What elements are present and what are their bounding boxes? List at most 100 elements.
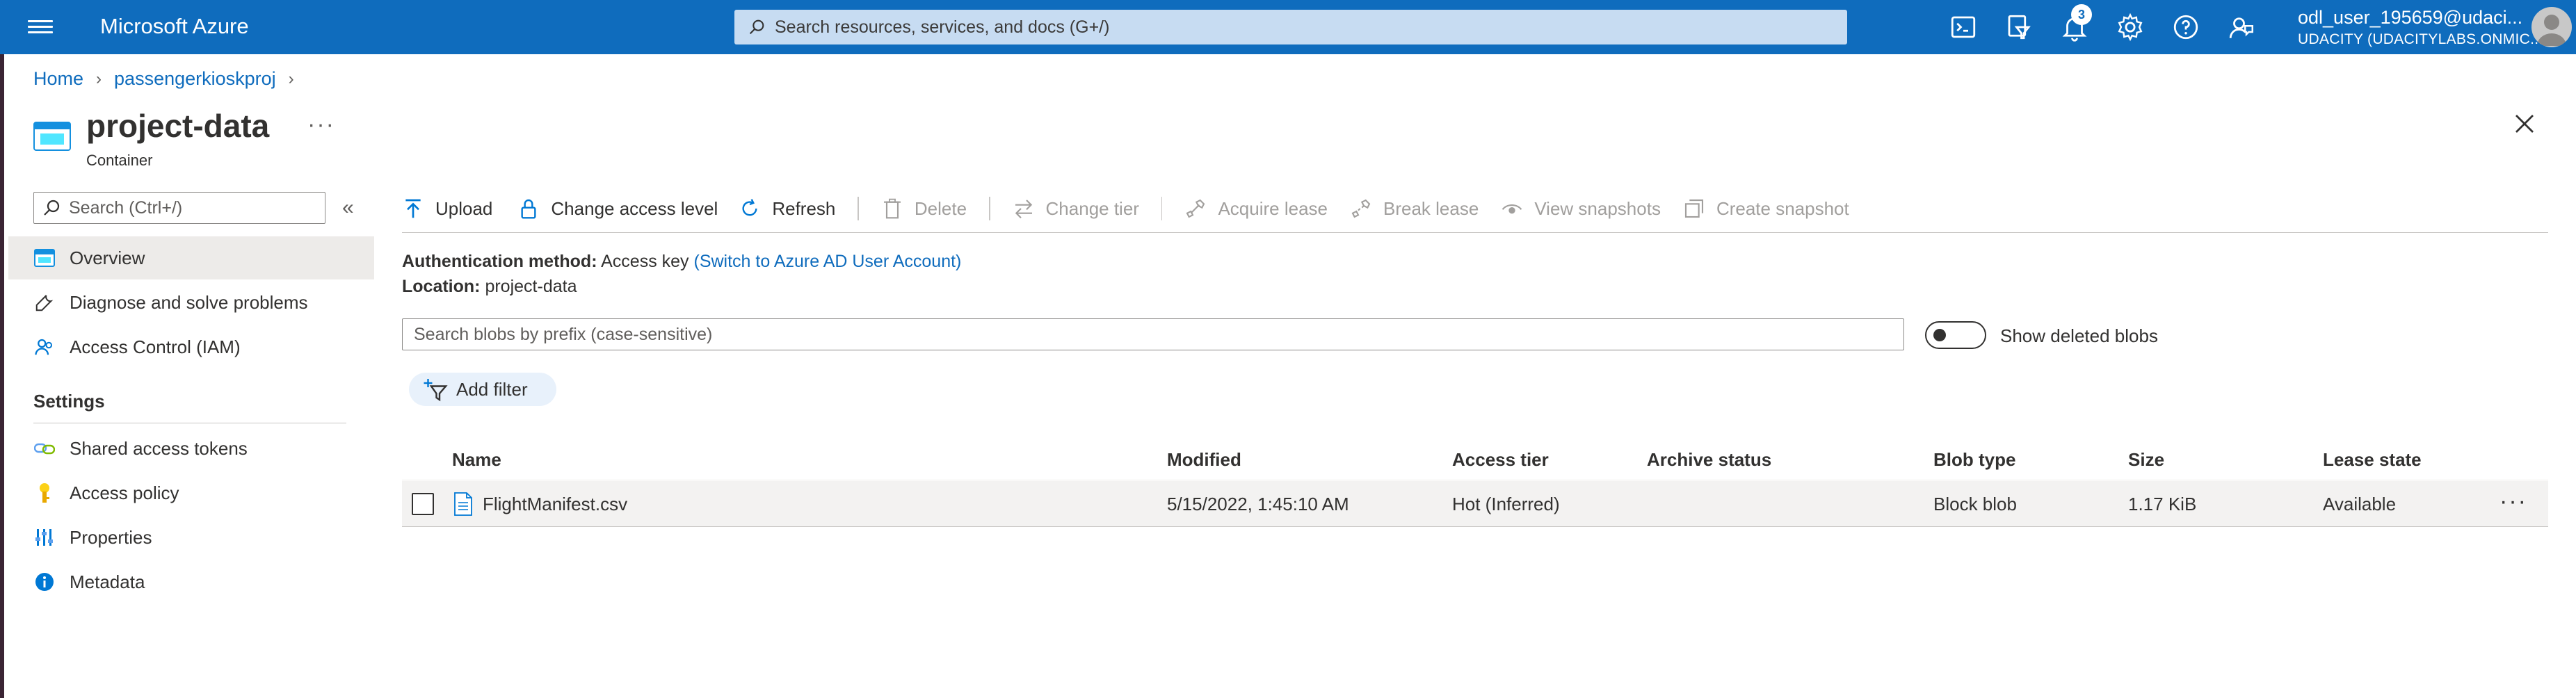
account-info[interactable]: odl_user_195659@udaci... UDACITY (UDACIT… xyxy=(2298,7,2543,48)
nav-item-access-policy[interactable]: Access policy xyxy=(8,471,374,514)
upload-label: Upload xyxy=(435,197,493,219)
chevron-right-icon: › xyxy=(288,69,294,88)
location-label: Location: xyxy=(402,277,481,296)
change-access-level-button[interactable]: Change access level xyxy=(517,197,718,220)
blob-search-input[interactable] xyxy=(414,324,1874,345)
nav-item-label: Shared access tokens xyxy=(70,437,248,459)
nav-section-settings: Settings xyxy=(33,391,105,412)
global-search-input[interactable] xyxy=(775,17,1818,38)
cell-blob-type: Block blob xyxy=(1933,494,2017,514)
cloud-shell-icon[interactable] xyxy=(1949,13,1978,42)
nav-item-shared-access-tokens[interactable]: Shared access tokens xyxy=(8,427,374,470)
breadcrumb: Home › passengerkioskproj › xyxy=(33,68,307,90)
more-options-button[interactable]: ··· xyxy=(307,111,335,138)
help-icon[interactable] xyxy=(2171,13,2200,42)
close-icon[interactable] xyxy=(2512,111,2537,136)
create-snapshot-label: Create snapshot xyxy=(1716,197,1849,219)
break-lease-icon xyxy=(1351,199,1371,218)
refresh-button[interactable]: Refresh xyxy=(739,197,835,220)
switch-auth-link[interactable]: (Switch to Azure AD User Account) xyxy=(694,252,962,271)
auth-method-label: Authentication method: xyxy=(402,252,597,271)
change-access-level-label: Change access level xyxy=(551,197,718,219)
create-snapshot-button[interactable]: Create snapshot xyxy=(1683,197,1849,220)
column-header-access-tier[interactable]: Access tier xyxy=(1452,449,1549,471)
collapse-nav-icon[interactable]: « xyxy=(342,196,354,220)
global-search[interactable] xyxy=(734,10,1847,44)
account-user: odl_user_195659@udaci... xyxy=(2298,7,2523,28)
nav-item-overview[interactable]: Overview xyxy=(8,236,374,279)
toolbar-separator xyxy=(858,197,859,220)
file-icon xyxy=(454,492,472,516)
toolbar-separator xyxy=(1161,197,1163,220)
eye-icon xyxy=(1502,204,1522,214)
acquire-lease-button[interactable]: Acquire lease xyxy=(1184,197,1328,220)
blob-search[interactable] xyxy=(402,318,1904,350)
nav-item-properties[interactable]: Properties xyxy=(8,516,374,559)
breadcrumb-storage-account[interactable]: passengerkioskproj xyxy=(114,68,276,90)
nav-item-label: Properties xyxy=(70,526,152,548)
view-snapshots-button[interactable]: View snapshots xyxy=(1501,197,1661,220)
nav-item-label: Access Control (IAM) xyxy=(70,336,241,357)
column-header-blob-type[interactable]: Blob type xyxy=(1933,449,2015,471)
view-snapshots-label: View snapshots xyxy=(1534,197,1661,219)
cell-lease-state: Available xyxy=(2323,494,2397,514)
directory-filter-icon[interactable] xyxy=(2004,13,2034,42)
add-filter-label: Add filter xyxy=(456,378,528,400)
column-header-modified[interactable]: Modified xyxy=(1167,449,1241,471)
toolbar-divider xyxy=(402,232,2548,233)
delete-button[interactable]: Delete xyxy=(881,197,967,220)
nav-item-label: Metadata xyxy=(70,571,145,592)
avatar[interactable] xyxy=(2531,7,2572,47)
cell-name[interactable]: FlightManifest.csv xyxy=(483,494,627,515)
acquire-lease-label: Acquire lease xyxy=(1218,197,1328,219)
link-icon xyxy=(33,437,56,460)
nav-search[interactable] xyxy=(33,192,325,224)
change-tier-button[interactable]: Change tier xyxy=(1013,197,1139,220)
column-header-name[interactable]: Name xyxy=(452,449,501,471)
search-icon xyxy=(44,200,60,216)
upload-icon xyxy=(405,199,421,218)
location-row: Location: project-data xyxy=(402,277,577,297)
snapshot-icon xyxy=(1684,199,1704,218)
window-edge xyxy=(0,0,4,698)
table-row[interactable]: FlightManifest.csv 5/15/2022, 1:45:10 AM… xyxy=(402,481,2548,527)
column-header-lease-state[interactable]: Lease state xyxy=(2323,449,2422,471)
overview-icon xyxy=(33,247,56,269)
top-bar: Microsoft Azure 3 odl_user_195659@udaci.… xyxy=(0,0,2576,54)
brand-title[interactable]: Microsoft Azure xyxy=(100,14,249,39)
location-value: project-data xyxy=(485,277,577,296)
feedback-icon[interactable] xyxy=(2227,13,2256,42)
wrench-icon xyxy=(33,291,56,314)
row-checkbox[interactable] xyxy=(412,493,434,515)
nav-item-diagnose[interactable]: Diagnose and solve problems xyxy=(8,281,374,324)
upload-button[interactable]: Upload xyxy=(402,197,492,220)
show-deleted-blobs-toggle[interactable] xyxy=(1925,321,1986,349)
lock-icon xyxy=(521,199,536,219)
person-icon xyxy=(2537,15,2566,46)
show-deleted-blobs-label: Show deleted blobs xyxy=(2000,325,2158,346)
column-header-size[interactable]: Size xyxy=(2128,449,2164,471)
auth-method-value: Access key xyxy=(601,252,689,271)
add-filter-button[interactable]: Add filter xyxy=(409,373,556,406)
cell-modified: 5/15/2022, 1:45:10 AM xyxy=(1167,494,1349,514)
chevron-right-icon: › xyxy=(96,69,102,88)
break-lease-button[interactable]: Break lease xyxy=(1350,197,1479,220)
container-icon xyxy=(33,122,71,151)
gear-icon[interactable] xyxy=(2116,13,2145,42)
breadcrumb-home[interactable]: Home xyxy=(33,68,83,90)
toggle-knob xyxy=(1933,329,1946,341)
toolbar-separator xyxy=(989,197,990,220)
row-more-options-button[interactable]: ··· xyxy=(2499,488,2527,515)
nav-item-metadata[interactable]: Metadata xyxy=(8,560,374,603)
nav-search-input[interactable] xyxy=(69,197,319,218)
properties-icon xyxy=(33,526,56,549)
lease-icon xyxy=(1186,199,1205,218)
search-icon xyxy=(749,19,764,35)
nav-item-label: Diagnose and solve problems xyxy=(70,291,308,313)
people-icon xyxy=(33,336,56,358)
column-header-archive-status[interactable]: Archive status xyxy=(1647,449,1771,471)
hamburger-menu-icon[interactable] xyxy=(28,17,53,38)
delete-label: Delete xyxy=(914,197,967,219)
nav-item-iam[interactable]: Access Control (IAM) xyxy=(8,325,374,368)
auth-method-row: Authentication method: Access key (Switc… xyxy=(402,252,961,272)
